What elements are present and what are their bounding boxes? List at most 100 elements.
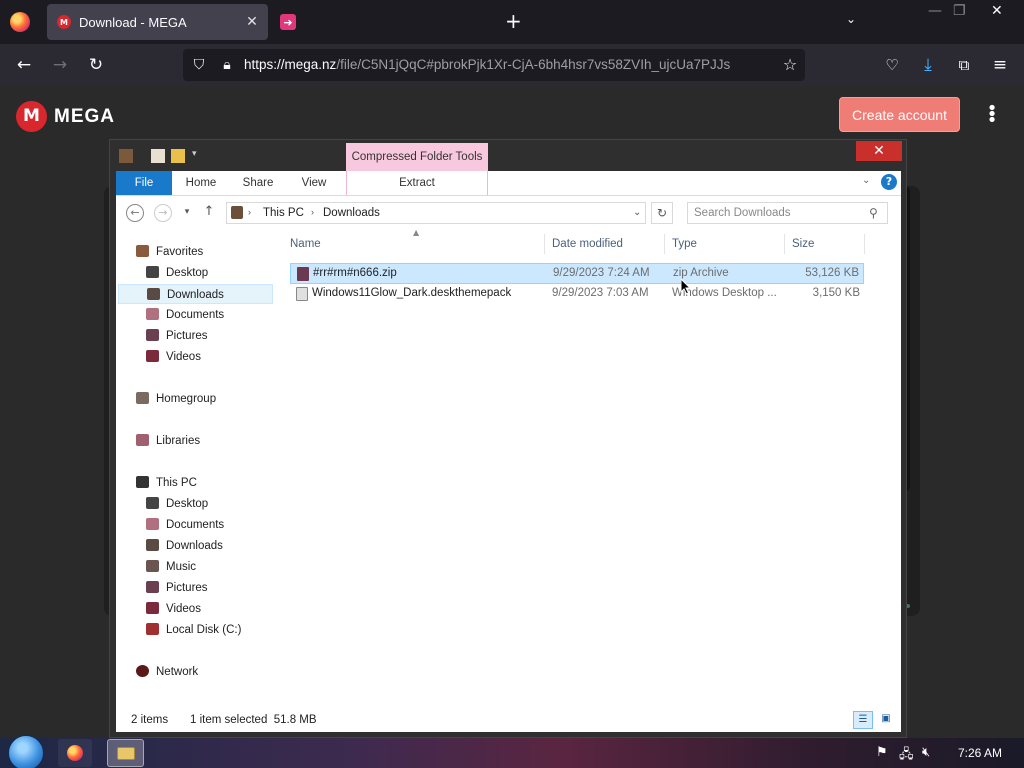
file-row-themepack[interactable]: Windows11Glow_Dark.deskthemepack 9/29/20… [290,284,864,305]
properties-icon[interactable] [151,149,165,163]
breadcrumb-downloads[interactable]: Downloads [323,207,380,219]
drive-icon [146,623,159,635]
breadcrumb-this-pc[interactable]: This PC [263,207,304,219]
nav-libraries[interactable]: Libraries [136,431,200,451]
mouse-cursor-icon [681,279,691,295]
nav-pc-documents[interactable]: Documents [146,515,224,535]
start-button-icon[interactable] [8,735,44,768]
nav-fav-documents[interactable]: Documents [146,305,224,325]
tab-extract[interactable]: Extract [346,171,488,195]
tab-second[interactable]: ➜ [272,4,492,40]
taskbar-explorer-button[interactable] [107,739,144,767]
explorer-back-icon[interactable]: ← [126,204,144,222]
nav-homegroup[interactable]: Homegroup [136,389,216,409]
nav-fav-desktop[interactable]: Desktop [146,263,208,283]
search-input[interactable] [694,204,864,222]
details-view-icon[interactable]: ☰ [853,711,873,729]
kebab-menu-icon[interactable]: • • • [984,100,1000,130]
themepack-file-icon [296,287,308,301]
breadcrumb-separator-icon: › [248,207,251,217]
zip-archive-icon [297,267,309,281]
nav-fav-pictures[interactable]: Pictures [146,326,208,346]
reload-icon[interactable]: ↻ [85,54,107,76]
quick-access-dropdown-icon[interactable]: ▾ [192,149,206,163]
nav-local-disk[interactable]: Local Disk (C:) [146,620,241,640]
tab-share[interactable]: Share [238,171,278,195]
pocket-icon[interactable]: ♡ [881,54,903,76]
column-header-date[interactable]: Date modified [552,238,623,250]
file-row-zip[interactable]: #rr#rm#n666.zip 9/29/2023 7:24 AM zip Ar… [290,263,864,284]
maximize-icon[interactable]: ❐ [953,3,966,19]
address-bar[interactable]: › This PC › Downloads ⌄ [226,202,646,224]
downloads-icon[interactable]: ⤓ [917,54,939,76]
videos-icon [146,602,159,614]
nav-favorites[interactable]: Favorites [136,242,203,262]
volume-muted-icon[interactable]: 🔇︎ [922,745,930,760]
lock-icon[interactable]: 🔒︎ [216,54,238,76]
tab-home[interactable]: Home [178,171,224,195]
bookmark-star-icon[interactable]: ☆ [779,54,801,76]
selection-info: 1 item selected 51.8 MB [190,714,317,726]
column-header-name[interactable]: Name [290,238,321,250]
nav-pc-desktop[interactable]: Desktop [146,494,208,514]
tab-view[interactable]: View [294,171,334,195]
nav-network[interactable]: Network [136,662,198,682]
nav-pc-downloads[interactable]: Downloads [146,536,223,556]
column-separator[interactable] [784,234,785,254]
minimize-icon[interactable]: — [928,3,942,19]
firefox-icon [67,745,83,761]
search-box[interactable]: ⚲ [687,202,888,224]
explorer-app-icon[interactable] [119,149,133,163]
column-separator[interactable] [864,234,865,254]
nav-fav-downloads[interactable]: Downloads [118,284,273,304]
window-close-icon[interactable]: ✕ [991,3,1003,19]
taskbar-firefox-button[interactable] [58,739,92,767]
address-dropdown-icon[interactable]: ⌄ [633,207,641,218]
mega-logo-icon[interactable]: M [16,101,47,132]
back-arrow-icon[interactable]: ← [13,54,35,76]
nav-pc-videos[interactable]: Videos [146,599,201,619]
url-bar[interactable]: ⛉ 🔒︎ https://mega.nz/file/C5N1jQqC#pbrok… [183,49,805,81]
tab-file[interactable]: File [116,171,172,195]
this-pc-icon [231,206,243,219]
taskbar-clock[interactable]: 7:26 AM [958,746,1002,760]
help-icon[interactable]: ? [881,174,897,190]
forward-arrow-icon[interactable]: → [49,54,71,76]
desktop-icon [146,497,159,509]
create-account-button[interactable]: Create account [839,97,960,132]
large-icons-view-icon[interactable]: ▣ [876,711,896,729]
compressed-folder-tools-label: Compressed Folder Tools [346,143,488,171]
explorer-forward-icon[interactable]: → [154,204,172,222]
nav-this-pc[interactable]: This PC [136,473,197,493]
refresh-icon[interactable]: ↻ [651,202,673,224]
column-separator[interactable] [544,234,545,254]
search-icon[interactable]: ⚲ [869,206,878,220]
nav-pc-music[interactable]: Music [146,557,196,577]
app-menu-icon[interactable]: ≡ [989,54,1011,76]
extensions-puzzle-icon[interactable]: ⧉ [953,54,975,76]
sort-ascending-icon: ▲ [413,228,420,237]
action-center-flag-icon[interactable]: ⚑ [876,745,888,760]
column-header-type[interactable]: Type [672,238,697,250]
downloads-folder-icon [146,539,159,551]
file-name: Windows11Glow_Dark.deskthemepack [312,287,512,299]
shield-icon[interactable]: ⛉ [188,54,210,76]
ribbon-expand-chevron-icon[interactable]: ⌄ [862,175,870,186]
new-tab-plus-icon[interactable]: + [505,10,522,32]
explorer-close-button[interactable]: ✕ [856,141,902,161]
nav-fav-videos[interactable]: Videos [146,347,201,367]
network-icon[interactable]: 🖧︎ [899,745,914,767]
nav-pc-pictures[interactable]: Pictures [146,578,208,598]
network-globe-icon [136,665,149,677]
videos-icon [146,350,159,362]
tab-close-icon[interactable]: ✕ [242,14,262,30]
up-arrow-icon[interactable]: ↑ [200,204,218,222]
breadcrumb-separator-icon: › [311,207,314,217]
new-folder-icon[interactable] [171,149,185,163]
tab-list-chevron-icon[interactable]: ⌄ [846,12,856,26]
column-separator[interactable] [664,234,665,254]
column-header-size[interactable]: Size [792,238,814,250]
recent-locations-icon[interactable]: ▾ [178,204,196,222]
firefox-logo-icon[interactable] [10,12,30,32]
tab-mega-download[interactable]: M Download - MEGA ✕ [47,4,268,40]
